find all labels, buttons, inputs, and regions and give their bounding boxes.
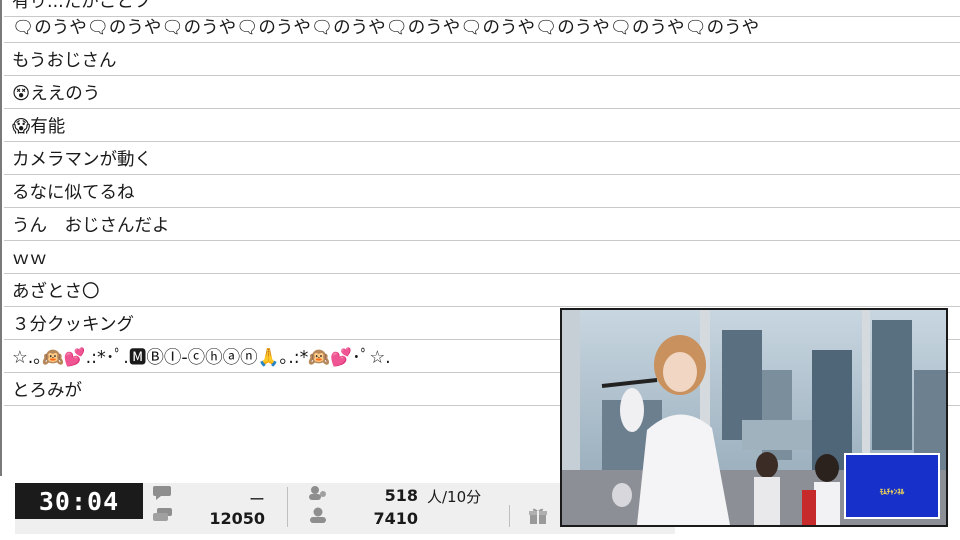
total-comments: 12050 — [209, 509, 265, 528]
comment-text: ｗｗ — [12, 248, 47, 269]
gift-icon[interactable] — [528, 507, 548, 525]
comment-row[interactable]: カメラマンが動く — [4, 142, 960, 175]
total-viewers: 7410 — [373, 509, 418, 528]
comment-text: ☆.｡🙉💕.:*･ﾟ.🅼ⒷⒾ-ⓒⓗⓐⓝ🙏｡.:*🙉💕･ﾟ☆. — [12, 347, 391, 368]
viewers-rate: 518 — [384, 486, 418, 505]
comment-text: あざとさ〇 — [12, 281, 100, 302]
comment-row[interactable]: うん おじさんだよ — [4, 208, 960, 241]
comment-row[interactable]: もうおじさん — [4, 43, 960, 76]
viewers-rate-icon — [309, 486, 326, 500]
comment-row[interactable]: ｗｗ — [4, 241, 960, 274]
comment-row[interactable]: るなに似てるね — [4, 175, 960, 208]
elapsed-timer: 30:04 — [15, 483, 143, 519]
comment-text: 😱有能 — [12, 116, 66, 137]
comment-row[interactable]: 😵ええのう — [4, 76, 960, 109]
channel-logo-text: ﾓﾑﾁｬﾝﾈﾙ — [879, 488, 905, 496]
channel-logo: ﾓﾑﾁｬﾝﾈﾙ — [844, 453, 940, 519]
comment-text: るなに似てるね — [12, 182, 135, 203]
viewer-person-icon — [310, 507, 326, 523]
stats-divider — [509, 505, 510, 527]
comments-per-interval: ー — [248, 490, 265, 509]
comment-text: カメラマンが動く — [12, 149, 152, 170]
comment-row[interactable]: あざとさ〇 — [4, 274, 960, 307]
comment-text: とろみが — [12, 380, 82, 401]
comment-text: 😵ええのう — [12, 83, 101, 104]
comment-text: 🗨のうや🗨のうや🗨のうや🗨のうや🗨のうや🗨のうや🗨のうや🗨のうや🗨のうや🗨のうや — [12, 17, 760, 38]
comment-row[interactable]: 😱有能 — [4, 109, 960, 142]
comment-bubble-icon — [153, 486, 171, 500]
video-player[interactable]: ﾓﾑﾁｬﾝﾈﾙ — [560, 308, 948, 527]
viewers-rate-unit: 人/10分 — [427, 488, 482, 506]
comment-text: ３分クッキング — [12, 314, 134, 335]
comment-stack-icon — [153, 508, 172, 521]
comment-text: もうおじさん — [12, 50, 117, 71]
comment-text: うん おじさんだよ — [12, 215, 170, 236]
comment-row[interactable]: 🗨のうや🗨のうや🗨のうや🗨のうや🗨のうや🗨のうや🗨のうや🗨のうや🗨のうや🗨のうや — [4, 10, 960, 43]
stats-divider — [287, 487, 288, 527]
